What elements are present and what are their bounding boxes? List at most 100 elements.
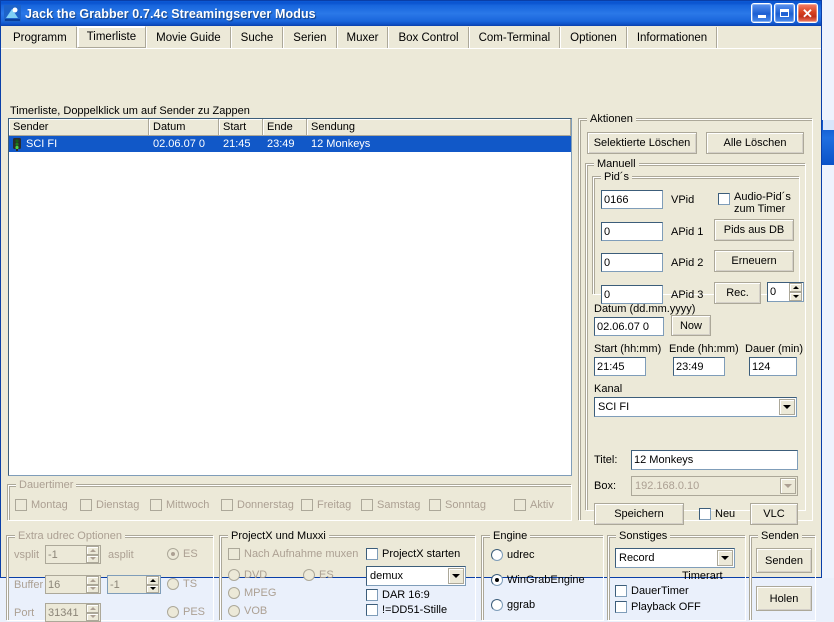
- radio-circle: [491, 574, 503, 586]
- tab-timerliste[interactable]: Timerliste: [77, 26, 146, 48]
- spinner-down-button[interactable]: [146, 585, 159, 594]
- delete-selected-button[interactable]: Selektierte Löschen: [587, 132, 697, 154]
- rec-count-spinner[interactable]: 0: [767, 282, 804, 302]
- spinner-down-button[interactable]: [86, 555, 99, 564]
- maximize-button[interactable]: [774, 3, 795, 23]
- box-combobox[interactable]: 192.168.0.10: [631, 476, 798, 496]
- checkbox-audio-pids-zum-timer[interactable]: Audio-Pid´s zum Timer: [718, 191, 791, 215]
- checkbox-dauertimer[interactable]: DauerTimer: [615, 585, 689, 597]
- radio-ggrab[interactable]: ggrab: [491, 599, 535, 611]
- traffic-light-icon: [10, 137, 24, 151]
- checkbox-dd51-stille[interactable]: !=DD51-Stille: [366, 604, 447, 616]
- kanal-value: SCI FI: [598, 401, 629, 413]
- tab-serien[interactable]: Serien: [283, 27, 336, 48]
- close-button[interactable]: ✕: [797, 3, 818, 23]
- checkbox-freitag[interactable]: Freitag: [301, 499, 351, 511]
- radio-circle: [228, 605, 240, 617]
- apid2-input[interactable]: 0: [601, 253, 663, 272]
- save-button[interactable]: Speichern: [594, 503, 684, 525]
- checkbox-aktiv[interactable]: Aktiv: [514, 499, 554, 511]
- spinner-down-button[interactable]: [86, 613, 99, 622]
- timerart-dropdown-button[interactable]: [717, 550, 733, 566]
- column-header-sender[interactable]: Sender: [9, 119, 149, 136]
- checkbox-sonntag[interactable]: Sonntag: [429, 499, 486, 511]
- checkbox-box: [15, 499, 27, 511]
- checkbox-neu[interactable]: Neu: [699, 508, 735, 520]
- checkbox-dienstag[interactable]: Dienstag: [80, 499, 139, 511]
- vsplit-spinner[interactable]: -1: [45, 545, 101, 564]
- manuell-caption: Manuell: [594, 158, 639, 170]
- kanal-dropdown-button[interactable]: [779, 399, 795, 415]
- now-button[interactable]: Now: [671, 315, 711, 336]
- port-spinner[interactable]: 31341: [45, 603, 101, 622]
- titel-input[interactable]: 12 Monkeys: [631, 450, 798, 470]
- spinner-up-button[interactable]: [86, 604, 99, 613]
- minimize-button[interactable]: [751, 3, 772, 23]
- radio-label: WinGrabEngine: [507, 574, 585, 586]
- tab-programm[interactable]: Programm: [3, 27, 77, 48]
- cell-sender: SCI FI: [9, 136, 149, 152]
- fetch-button[interactable]: Holen: [756, 586, 812, 611]
- radio-label: PES: [183, 606, 205, 618]
- spinner-down-button[interactable]: [86, 585, 99, 594]
- radio-udrec[interactable]: udrec: [491, 549, 535, 561]
- tab-label: Optionen: [570, 32, 617, 44]
- datum-input[interactable]: 02.06.07 0: [594, 317, 664, 336]
- projectx-mode-dropdown-button[interactable]: [448, 568, 464, 584]
- start-input[interactable]: 21:45: [594, 357, 646, 376]
- checkbox-mittwoch[interactable]: Mittwoch: [150, 499, 209, 511]
- checkbox-samstag[interactable]: Samstag: [361, 499, 420, 511]
- checkbox-projectx-starten[interactable]: ProjectX starten: [366, 548, 460, 560]
- title-bar[interactable]: Jack the Grabber 0.7.4c Streamingserver …: [1, 1, 821, 26]
- timerlist-listview[interactable]: Sender Datum Start Ende Sendung: [8, 118, 572, 476]
- radio-wingrabengine[interactable]: WinGrabEngine: [491, 574, 585, 586]
- checkbox-montag[interactable]: Montag: [15, 499, 68, 511]
- tab-optionen[interactable]: Optionen: [560, 27, 627, 48]
- apid1-input[interactable]: 0: [601, 222, 663, 241]
- vpid-input[interactable]: 0166: [601, 190, 663, 209]
- radio-mpeg[interactable]: MPEG: [228, 587, 276, 599]
- spinner-down-button[interactable]: [789, 292, 802, 301]
- renew-button[interactable]: Erneuern: [714, 250, 794, 272]
- checkbox-playback-off[interactable]: Playback OFF: [615, 601, 701, 613]
- apid3-input[interactable]: 0: [601, 285, 663, 304]
- radio-ts[interactable]: TS: [167, 578, 197, 590]
- tab-informationen[interactable]: Informationen: [627, 27, 717, 48]
- radio-pes[interactable]: PES: [167, 606, 205, 618]
- send-button[interactable]: Senden: [756, 548, 812, 573]
- spinner-up-button[interactable]: [789, 283, 802, 292]
- radio-es[interactable]: ES: [167, 548, 198, 560]
- table-row[interactable]: SCI FI 02.06.07 0 21:45 23:49 12 Monkeys: [9, 136, 571, 152]
- column-header-start[interactable]: Start: [219, 119, 263, 136]
- dauer-input[interactable]: 124: [749, 357, 797, 376]
- column-header-ende[interactable]: Ende: [263, 119, 307, 136]
- rec-button[interactable]: Rec.: [714, 282, 761, 304]
- projectx-group: ProjectX und Muxxi Nach Aufnahme muxen D…: [220, 536, 476, 621]
- kanal-combobox[interactable]: SCI FI: [594, 397, 797, 417]
- timerart-combobox[interactable]: Record: [615, 548, 735, 568]
- pids-from-db-button[interactable]: Pids aus DB: [714, 219, 794, 241]
- tab-box-control[interactable]: Box Control: [388, 27, 468, 48]
- box-dropdown-button[interactable]: [780, 478, 796, 494]
- spinner-up-button[interactable]: [86, 576, 99, 585]
- tab-movie-guide[interactable]: Movie Guide: [146, 27, 231, 48]
- spinner-up-button[interactable]: [146, 576, 159, 585]
- tab-com-terminal[interactable]: Com-Terminal: [469, 27, 561, 48]
- projectx-mode-combobox[interactable]: demux: [366, 566, 466, 586]
- checkbox-donnerstag[interactable]: Donnerstag: [221, 499, 294, 511]
- delete-all-button[interactable]: Alle Löschen: [706, 132, 804, 154]
- checkbox-dar-169[interactable]: DAR 16:9: [366, 589, 430, 601]
- tab-suche[interactable]: Suche: [231, 27, 284, 48]
- radio-vob[interactable]: VOB: [228, 605, 267, 617]
- spinner-up-button[interactable]: [86, 546, 99, 555]
- ende-input[interactable]: 23:49: [673, 357, 725, 376]
- column-header-datum[interactable]: Datum: [149, 119, 219, 136]
- timerlist-hint: Timerliste, Doppelklick um auf Sender zu…: [10, 105, 250, 117]
- tab-muxer[interactable]: Muxer: [337, 27, 389, 48]
- radio-circle: [167, 578, 179, 590]
- vlc-button[interactable]: VLC: [750, 503, 798, 525]
- radio-projectx-es[interactable]: ES: [303, 569, 334, 581]
- checkbox-nach-aufnahme-muxen[interactable]: Nach Aufnahme muxen: [228, 548, 358, 560]
- radio-dvd[interactable]: DVD: [228, 569, 267, 581]
- column-header-sendung[interactable]: Sendung: [307, 119, 571, 136]
